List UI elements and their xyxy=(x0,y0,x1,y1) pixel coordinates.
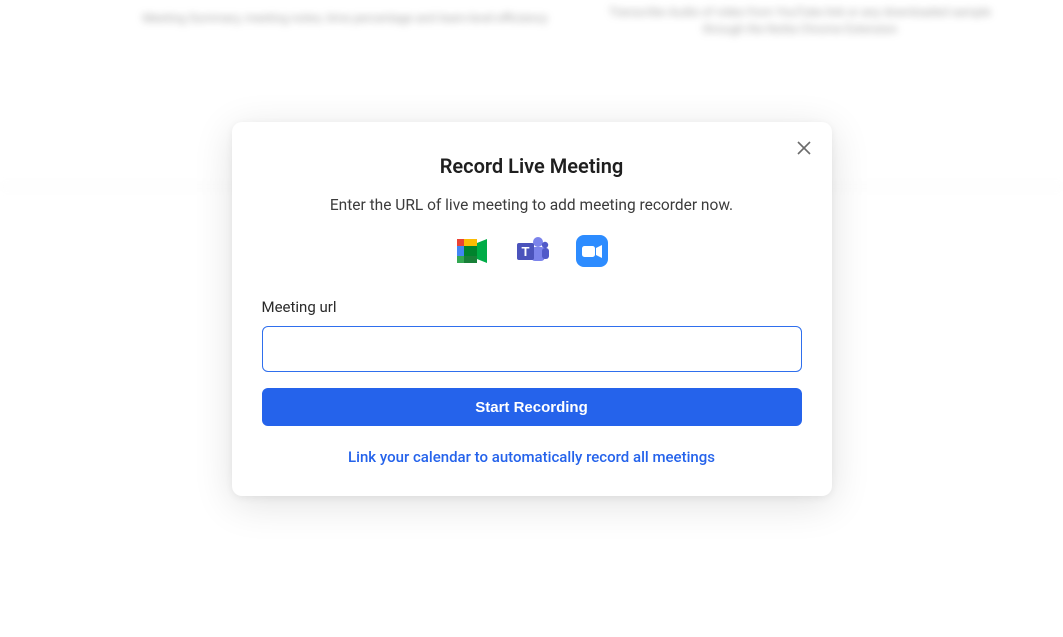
close-button[interactable] xyxy=(792,136,816,160)
svg-text:T: T xyxy=(521,244,529,259)
close-icon xyxy=(797,141,811,155)
modal-title: Record Live Meeting xyxy=(262,154,802,178)
meeting-url-input[interactable] xyxy=(262,326,802,372)
provider-icon-row: T xyxy=(262,234,802,268)
start-recording-button[interactable]: Start Recording xyxy=(262,388,802,426)
link-calendar-link[interactable]: Link your calendar to automatically reco… xyxy=(262,448,802,466)
microsoft-teams-icon: T xyxy=(514,234,550,268)
modal-subtitle: Enter the URL of live meeting to add mee… xyxy=(262,196,802,214)
google-meet-icon xyxy=(454,234,490,268)
zoom-icon xyxy=(574,234,610,268)
modal-overlay: Record Live Meeting Enter the URL of liv… xyxy=(0,0,1063,637)
record-live-meeting-modal: Record Live Meeting Enter the URL of liv… xyxy=(232,122,832,496)
meeting-url-label: Meeting url xyxy=(262,298,802,316)
